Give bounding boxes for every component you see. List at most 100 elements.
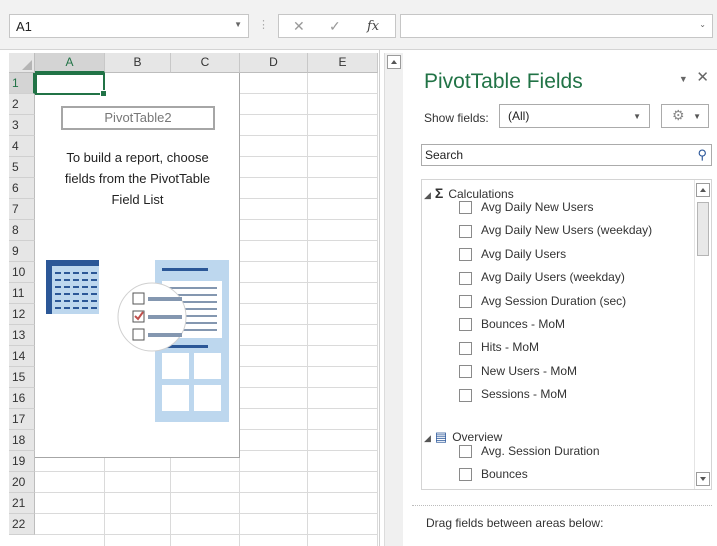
show-fields-value: (All) — [508, 109, 530, 123]
name-box-dropdown-icon[interactable]: ▼ — [234, 20, 242, 29]
select-all-corner[interactable] — [9, 53, 35, 73]
search-icon[interactable]: ⚲ — [697, 147, 707, 163]
gridline-horizontal — [35, 492, 378, 493]
field-label: Avg. Session Duration — [481, 443, 600, 458]
field-item[interactable]: Bounces - MoM — [459, 316, 565, 334]
field-checkbox[interactable] — [459, 224, 472, 238]
row-header-5[interactable]: 5 — [9, 157, 35, 178]
active-cell[interactable] — [35, 73, 107, 97]
divider — [412, 505, 712, 506]
name-box-value: A1 — [16, 19, 32, 34]
field-label: Avg Session Duration (sec) — [481, 293, 627, 308]
row-header-6[interactable]: 6 — [9, 178, 35, 199]
chevron-down-icon: ▼ — [693, 112, 701, 121]
pane-title: PivotTable Fields — [424, 70, 583, 93]
field-checkbox[interactable] — [459, 318, 472, 332]
field-item[interactable]: Avg Daily New Users — [459, 199, 593, 217]
pivot-illustration-icon — [46, 260, 229, 422]
field-item[interactable]: New Users - MoM — [459, 363, 577, 381]
scroll-up-icon[interactable] — [696, 183, 710, 197]
row-header-7[interactable]: 7 — [9, 199, 35, 220]
formula-buttons: ✕ ✓ fx — [278, 14, 396, 38]
column-header-b[interactable]: B — [105, 53, 171, 73]
pane-options-icon[interactable]: ▼ — [679, 74, 688, 84]
gear-icon: ⚙ — [672, 107, 685, 123]
row-header-15[interactable]: 15 — [9, 367, 35, 388]
field-label: Avg Daily Users — [481, 246, 567, 261]
row-header-1[interactable]: 1 — [9, 73, 35, 94]
table-icon: ▤ — [434, 428, 448, 444]
field-checkbox[interactable] — [459, 468, 472, 482]
pivot-instruction-line: To build a report, choose — [66, 150, 209, 165]
field-label: Avg Daily New Users (weekday) — [481, 223, 653, 238]
scroll-up-icon[interactable] — [387, 55, 401, 69]
field-checkbox[interactable] — [459, 294, 472, 308]
field-checkbox[interactable] — [459, 271, 472, 285]
row-header-16[interactable]: 16 — [9, 388, 35, 409]
gridline-horizontal — [35, 471, 378, 472]
field-checkbox[interactable] — [459, 341, 472, 355]
field-list[interactable]: ◢ Σ Calculations Avg Daily New Users Avg Dai… — [421, 179, 712, 490]
field-item[interactable]: Bounces — [459, 466, 528, 484]
field-item[interactable]: Sessions - MoM — [459, 386, 567, 404]
row-header-10[interactable]: 10 — [9, 262, 35, 283]
field-item[interactable]: Avg. Session Duration — [459, 443, 600, 461]
field-checkbox[interactable] — [459, 444, 472, 458]
gridline-horizontal — [35, 534, 378, 535]
pivot-instruction: To build a report, choose fields from th… — [35, 147, 240, 210]
column-header-a[interactable]: A — [35, 53, 105, 73]
row-header-2[interactable]: 2 — [9, 94, 35, 115]
cancel-icon[interactable]: ✕ — [293, 18, 305, 35]
scroll-thumb[interactable] — [697, 202, 709, 256]
column-header-d[interactable]: D — [240, 53, 308, 73]
row-header-17[interactable]: 17 — [9, 409, 35, 430]
field-settings-button[interactable]: ⚙ ▼ — [661, 104, 709, 128]
row-header-3[interactable]: 3 — [9, 115, 35, 136]
row-header-22[interactable]: 22 — [9, 514, 35, 535]
column-header-e[interactable]: E — [308, 53, 378, 73]
field-item[interactable]: Avg Daily Users (weekday) — [459, 269, 625, 287]
row-header-11[interactable]: 11 — [9, 283, 35, 304]
close-icon[interactable]: ✕ — [696, 69, 709, 86]
field-checkbox[interactable] — [459, 365, 472, 379]
row-header-19[interactable]: 19 — [9, 451, 35, 472]
insert-function-icon[interactable]: fx — [367, 19, 379, 34]
field-item[interactable]: Avg Session Duration (sec) — [459, 293, 626, 311]
row-header-18[interactable]: 18 — [9, 430, 35, 451]
show-fields-select[interactable]: (All) ▼ — [499, 104, 650, 128]
row-header-8[interactable]: 8 — [9, 220, 35, 241]
sigma-icon: Σ — [434, 185, 444, 201]
expand-formula-bar-icon[interactable]: ⌄ — [699, 20, 706, 29]
pivot-instruction-line: fields from the PivotTable — [64, 171, 211, 186]
pivot-table-placeholder[interactable]: PivotTable2 To build a report, choose fi… — [35, 73, 240, 458]
row-header-14[interactable]: 14 — [9, 346, 35, 367]
worksheet-grid[interactable]: ABCDE 1 2 3 4 5 6 7 8 9 10 11 12 13 14 15 16 17 18 19 20 21 2… — [9, 53, 378, 546]
enter-icon[interactable]: ✓ — [329, 18, 341, 35]
search-input[interactable]: Search ⚲ — [421, 144, 712, 166]
field-label: New Users - MoM — [481, 363, 578, 378]
collapse-icon[interactable]: ◢ — [424, 433, 431, 443]
formula-input[interactable]: ⌄ — [400, 14, 713, 38]
name-box[interactable]: A1 ▼ — [9, 14, 249, 38]
scroll-down-icon[interactable] — [696, 472, 710, 486]
collapse-icon[interactable]: ◢ — [424, 190, 431, 200]
field-checkbox[interactable] — [459, 388, 472, 402]
row-header-21[interactable]: 21 — [9, 493, 35, 514]
row-header-13[interactable]: 13 — [9, 325, 35, 346]
row-header-4[interactable]: 4 — [9, 136, 35, 157]
row-header-20[interactable]: 20 — [9, 472, 35, 493]
field-item[interactable]: Hits - MoM — [459, 339, 539, 357]
field-label: Avg Daily New Users — [481, 200, 594, 214]
column-header-c[interactable]: C — [171, 53, 240, 73]
pane-controls: ▼ ✕ — [679, 68, 709, 86]
field-item[interactable]: Avg Daily Users — [459, 246, 566, 264]
field-item[interactable]: Avg Daily New Users (weekday) — [459, 222, 652, 240]
pivot-instruction-line: Field List — [111, 192, 164, 207]
row-header-12[interactable]: 12 — [9, 304, 35, 325]
field-list-scrollbar[interactable] — [694, 180, 711, 489]
worksheet-vertical-scrollbar[interactable] — [384, 53, 403, 546]
field-checkbox[interactable] — [459, 201, 472, 215]
field-checkbox[interactable] — [459, 248, 472, 262]
field-label: Hits - MoM — [481, 340, 539, 355]
row-header-9[interactable]: 9 — [9, 241, 35, 262]
